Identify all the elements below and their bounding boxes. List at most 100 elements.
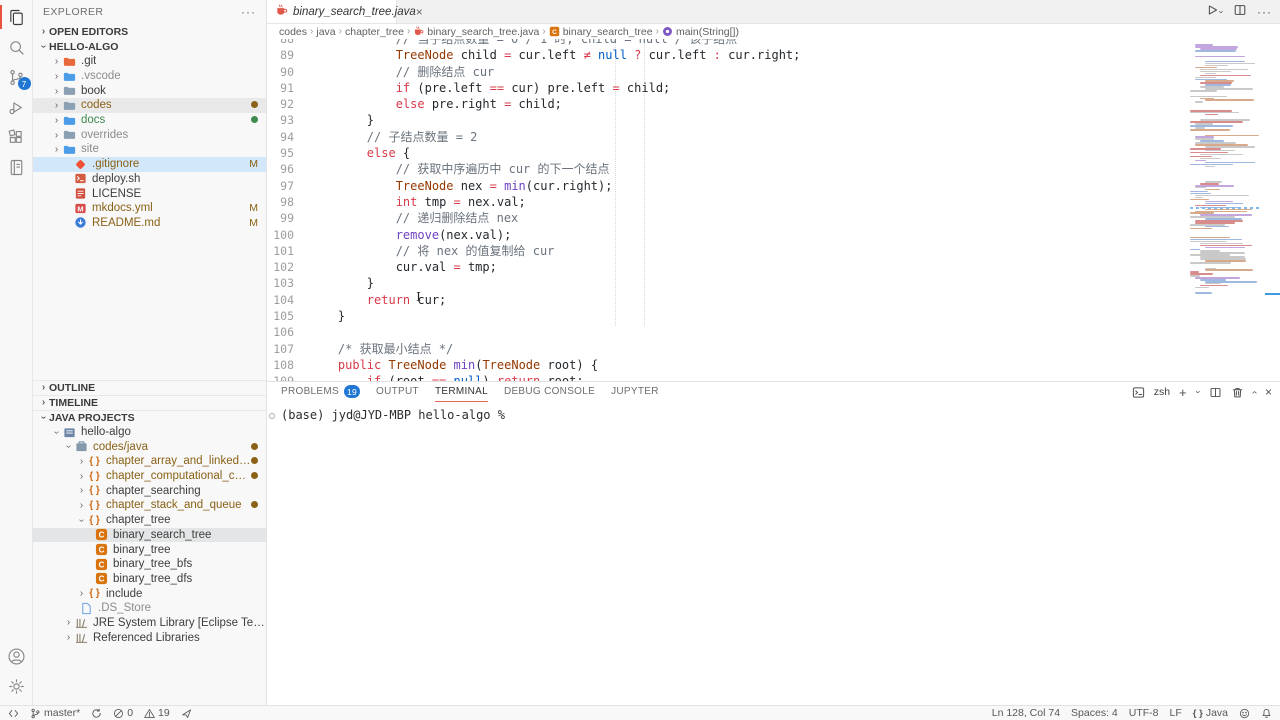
file-row-mkdocs-yml[interactable]: Mmkdocs.ymlM (33, 201, 266, 216)
java-tree-row--ds-store[interactable]: .DS_Store (33, 601, 266, 616)
eol[interactable]: LF (1170, 707, 1182, 719)
more-actions-icon[interactable]: ··· (241, 5, 256, 19)
java-projects-section[interactable]: › JAVA PROJECTS (33, 410, 266, 425)
breadcrumb-item[interactable]: java (316, 26, 335, 38)
java-tree-row-jre-system-library-eclipse-temurin-17-17-[interactable]: ›JRE System Library [Eclipse Temurin 17 … (33, 616, 266, 631)
file-row-site[interactable]: ›site (33, 142, 266, 157)
explorer-sidebar: EXPLORER ··· › OPEN EDITORS › HELLO-ALGO… (33, 0, 267, 705)
breadcrumb-item[interactable]: main(String[]) (662, 26, 739, 38)
panel-tab-terminal[interactable]: TERMINAL (435, 382, 488, 402)
more-actions-icon[interactable]: ··· (1257, 5, 1272, 19)
java-tree-row-binary-search-tree[interactable]: Cbinary_search_tree (33, 528, 266, 543)
panel-tab-output[interactable]: OUTPUT (376, 382, 419, 402)
node-label: codes/java (93, 441, 148, 453)
file-label: LICENSE (92, 188, 141, 200)
terminal[interactable]: (base) jyd@JYD-MBP hello-algo % (267, 402, 1280, 705)
open-editors-section[interactable]: › OPEN EDITORS (33, 24, 266, 39)
chevron-right-icon: › (38, 26, 49, 37)
notifications[interactable] (1261, 708, 1272, 719)
java-tree-row-chapter-stack-and-queue[interactable]: ›{ }chapter_stack_and_queue (33, 498, 266, 513)
panel-tab-debug-console[interactable]: DEBUG CONSOLE (504, 382, 595, 402)
code-line-106: 106 (267, 324, 1280, 340)
launch[interactable] (181, 708, 192, 719)
workspace-root[interactable]: › HELLO-ALGO (33, 39, 266, 54)
panel-tab-jupyter[interactable]: JUPYTER (611, 382, 659, 402)
language-mode[interactable]: { }Java (1193, 707, 1228, 719)
problems-badge: 19 (344, 385, 360, 398)
file-row--vscode[interactable]: ›.vscode (33, 69, 266, 84)
panel-tab-problems[interactable]: PROBLEMS19 (281, 382, 360, 402)
file-row-overrides[interactable]: ›overrides (33, 127, 266, 142)
java-tree-row-binary-tree[interactable]: Cbinary_tree (33, 542, 266, 557)
modified-dot-badge (251, 99, 258, 111)
errors[interactable]: 0 (113, 707, 133, 719)
java-tree-row-binary-tree-bfs[interactable]: Cbinary_tree_bfs (33, 557, 266, 572)
indentation[interactable]: Spaces: 4 (1071, 707, 1118, 719)
folder-icon (62, 113, 77, 127)
file-label: .git (81, 55, 96, 67)
file-label: codes (81, 99, 112, 111)
close-panel-icon[interactable]: × (1265, 385, 1272, 399)
outline-section[interactable]: › OUTLINE (33, 380, 266, 395)
new-terminal-button[interactable]: + (1179, 385, 1187, 400)
breadcrumb-item[interactable]: codes (279, 26, 307, 38)
java-tree-row-codes-java[interactable]: ›codes/java (33, 439, 266, 454)
warnings[interactable]: 19 (144, 707, 170, 719)
java-tree-row-referenced-libraries[interactable]: ›Referenced Libraries (33, 630, 266, 645)
mkdocs-icon: M (73, 201, 88, 215)
notebook-icon[interactable] (0, 152, 33, 182)
breadcrumb-separator: › (656, 26, 659, 37)
git-branch[interactable]: master* (30, 707, 80, 719)
file-label: .vscode (81, 70, 121, 82)
minimap[interactable] (1190, 39, 1262, 339)
code-editor[interactable]: 88 // 当子结点数量 = 0 / 1 时, child = null / 该… (267, 39, 1280, 381)
settings-icon[interactable] (0, 671, 33, 701)
encoding[interactable]: UTF-8 (1129, 707, 1159, 719)
code-line-91: 91 if (pre.left == cur) pre.left = child… (267, 80, 1280, 96)
remote-indicator[interactable] (8, 708, 19, 719)
breadcrumb-item[interactable]: Cbinary_search_tree (549, 26, 653, 38)
sync[interactable] (91, 708, 102, 719)
file-label: mkdocs.yml (92, 202, 153, 214)
java-tree-row-binary-tree-dfs[interactable]: Cbinary_tree_dfs (33, 572, 266, 587)
breadcrumb-item[interactable]: binary_search_tree.java (413, 26, 539, 38)
explorer-icon[interactable] (0, 2, 33, 32)
cursor-position[interactable]: Ln 128, Col 74 (992, 707, 1060, 719)
run-debug-icon[interactable] (0, 92, 33, 122)
remote-icon (8, 708, 19, 719)
timeline-section[interactable]: › TIMELINE (33, 395, 266, 410)
file-row-readme-md[interactable]: README.mdM (33, 216, 266, 231)
file-row-docs[interactable]: ›docs (33, 113, 266, 128)
java-tree-row-chapter-array-and-linkedlist[interactable]: ›{ }chapter_array_and_linkedlist (33, 454, 266, 469)
search-icon[interactable] (0, 32, 33, 62)
feedback[interactable] (1239, 708, 1250, 719)
file-row-codes[interactable]: ›codes (33, 98, 266, 113)
file-row--git[interactable]: ›.git (33, 54, 266, 69)
terminal-dropdown-icon[interactable]: › (1193, 391, 1203, 394)
split-terminal-button[interactable] (1209, 386, 1222, 399)
code-line-100: 100 remove(nex.val); (267, 227, 1280, 243)
close-icon[interactable]: × (416, 5, 423, 19)
java-tree-row-chapter-tree[interactable]: ›{ }chapter_tree (33, 513, 266, 528)
file-row-license[interactable]: LICENSE (33, 186, 266, 201)
file-row-deploy-sh[interactable]: deploy.sh (33, 172, 266, 187)
maximize-panel-icon[interactable]: › (1249, 390, 1260, 393)
chevron-icon: › (51, 427, 62, 438)
line-number: 90 (267, 64, 309, 80)
svg-text:C: C (99, 546, 105, 555)
kill-terminal-button[interactable] (1231, 386, 1244, 399)
file-row-book[interactable]: ›book (33, 83, 266, 98)
run-button[interactable]: › (1205, 3, 1223, 22)
file-row--gitignore[interactable]: .gitignoreM (33, 157, 266, 172)
source-control-icon[interactable]: 7 (0, 62, 33, 92)
breadcrumb-item[interactable]: chapter_tree (345, 26, 404, 38)
tab-bar: binary_search_tree.java × › ··· (267, 0, 1280, 24)
java-tree-row-chapter-computational-complexity[interactable]: ›{ }chapter_computational_complexity (33, 469, 266, 484)
extensions-icon[interactable] (0, 122, 33, 152)
java-tree-row-chapter-searching[interactable]: ›{ }chapter_searching (33, 483, 266, 498)
account-icon[interactable] (0, 641, 33, 671)
tab-binary-search-tree[interactable]: binary_search_tree.java × (267, 0, 397, 23)
java-tree-row-include[interactable]: ›{ }include (33, 586, 266, 601)
java-tree-row-hello-algo[interactable]: ›hello-algo (33, 425, 266, 440)
split-editor-button[interactable] (1233, 3, 1247, 22)
